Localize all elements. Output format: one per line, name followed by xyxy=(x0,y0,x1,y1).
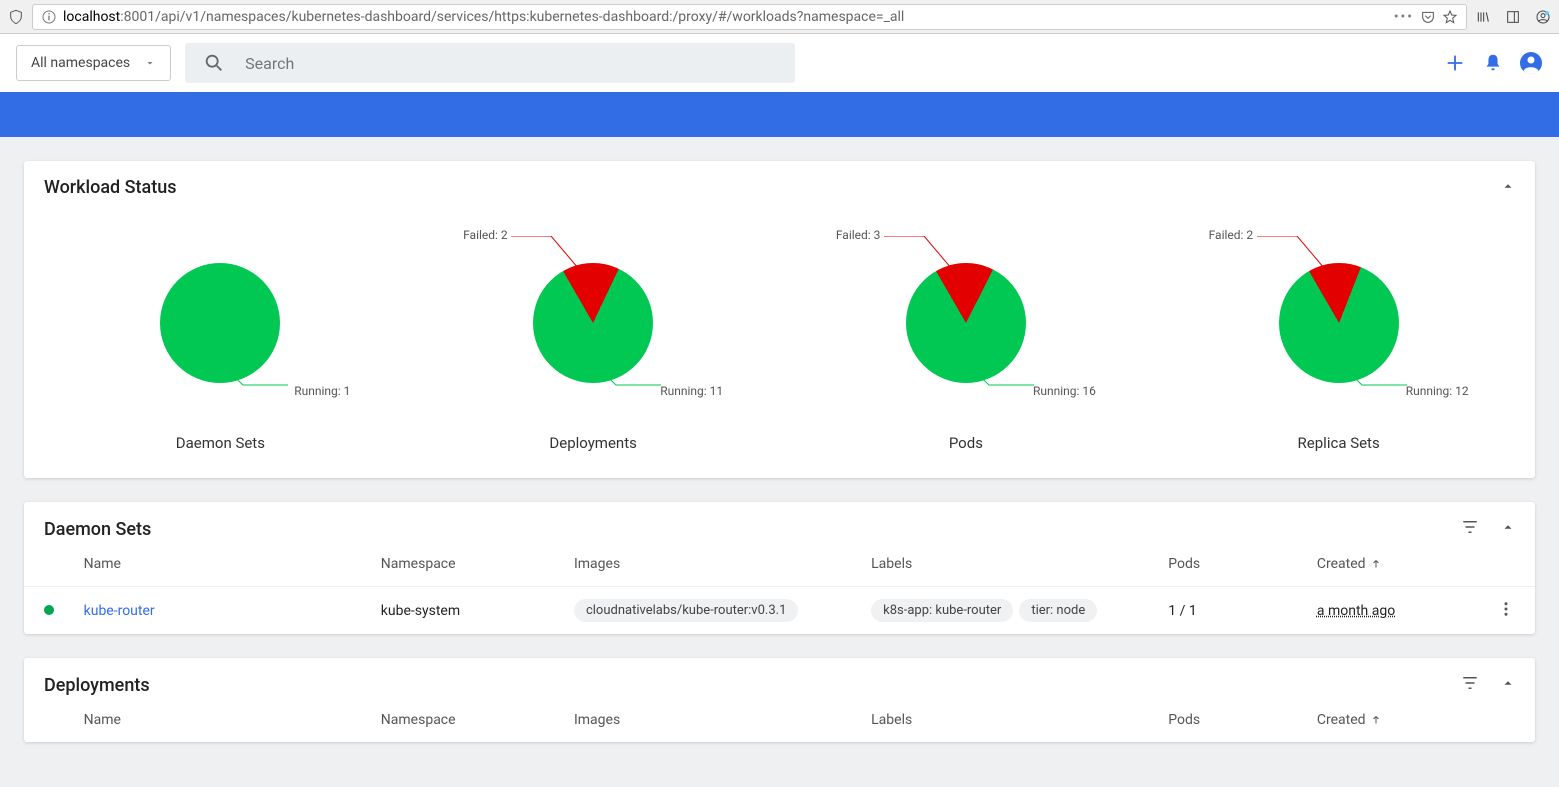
workload-status-card: Workload Status Running: 1 Daemon Sets F… xyxy=(24,161,1535,478)
url-host: localhost xyxy=(63,9,120,25)
chart-running-label: Running: 16 xyxy=(1033,384,1096,398)
url-bar[interactable]: localhost:8001/api/v1/namespaces/kuberne… xyxy=(32,4,1467,30)
banner-bar xyxy=(0,92,1559,137)
search-input[interactable] xyxy=(245,54,777,73)
library-icon[interactable] xyxy=(1475,9,1491,25)
filter-button[interactable] xyxy=(1461,674,1479,696)
resource-name-link[interactable]: kube-router xyxy=(84,603,155,619)
chevron-down-icon xyxy=(144,57,156,69)
sort-asc-icon xyxy=(1370,714,1382,726)
user-menu-button[interactable] xyxy=(1519,51,1543,75)
chart-caption: Pods xyxy=(949,434,983,452)
status-chart: Failed: 3 Running: 16 Pods xyxy=(836,228,1096,452)
col-labels[interactable]: Labels xyxy=(871,556,1168,572)
pocket-icon[interactable] xyxy=(1420,9,1436,25)
daemon-sets-table-header: Name Namespace Images Labels Pods Create… xyxy=(24,540,1535,586)
col-labels[interactable]: Labels xyxy=(871,712,1168,728)
row-actions-button[interactable] xyxy=(1497,606,1515,622)
col-name[interactable]: Name xyxy=(84,712,381,728)
bookmark-star-icon[interactable] xyxy=(1442,9,1458,25)
pie-chart xyxy=(906,263,1026,383)
col-namespace[interactable]: Namespace xyxy=(381,712,574,728)
col-created[interactable]: Created xyxy=(1317,712,1475,728)
cell-created: a month ago xyxy=(1317,603,1395,619)
chart-failed-label: Failed: 2 xyxy=(1209,228,1254,242)
chart-caption: Replica Sets xyxy=(1298,434,1380,452)
col-pods[interactable]: Pods xyxy=(1168,712,1317,728)
url-path: :8001/api/v1/namespaces/kubernetes-dashb… xyxy=(120,9,904,25)
sidebar-icon[interactable] xyxy=(1505,9,1521,25)
create-button[interactable] xyxy=(1443,51,1467,75)
cell-pods: 1 / 1 xyxy=(1168,603,1317,619)
workload-status-title: Workload Status xyxy=(44,177,177,198)
chart-running-label: Running: 11 xyxy=(660,384,723,398)
status-dot-running xyxy=(44,605,54,615)
filter-icon xyxy=(1461,518,1479,536)
kebab-icon xyxy=(1497,600,1515,618)
col-pods[interactable]: Pods xyxy=(1168,556,1317,572)
bell-icon xyxy=(1482,52,1504,74)
label-chip: k8s-app: kube-router xyxy=(871,599,1013,622)
collapse-card-button[interactable] xyxy=(1501,179,1515,197)
pie-chart xyxy=(160,263,280,383)
chart-failed-label: Failed: 3 xyxy=(836,228,881,242)
deployments-table-header: Name Namespace Images Labels Pods Create… xyxy=(24,696,1535,742)
chart-failed-label: Failed: 2 xyxy=(463,228,508,242)
daemon-sets-card: Daemon Sets Name Namespace Images Labels… xyxy=(24,502,1535,634)
user-icon xyxy=(1519,51,1543,75)
chart-running-label: Running: 12 xyxy=(1406,384,1469,398)
shield-icon xyxy=(8,9,24,25)
status-chart: Running: 1 Daemon Sets xyxy=(90,228,350,452)
chevron-up-icon xyxy=(1501,676,1515,690)
status-charts-row: Running: 1 Daemon Sets Failed: 2 Running… xyxy=(24,198,1535,478)
table-row: kube-router kube-system cloudnativelabs/… xyxy=(24,586,1535,634)
security-indicator xyxy=(8,9,24,25)
chart-running-label: Running: 1 xyxy=(294,384,350,398)
chart-caption: Daemon Sets xyxy=(176,434,265,452)
account-icon[interactable] xyxy=(1535,9,1551,25)
collapse-card-button[interactable] xyxy=(1501,676,1515,694)
filter-icon xyxy=(1461,674,1479,692)
notifications-button[interactable] xyxy=(1481,51,1505,75)
col-images[interactable]: Images xyxy=(574,712,871,728)
url-more-icon[interactable]: ••• xyxy=(1394,9,1414,25)
browser-chrome: localhost:8001/api/v1/namespaces/kuberne… xyxy=(0,0,1559,34)
info-icon xyxy=(41,9,57,25)
search-box[interactable] xyxy=(185,43,795,83)
pie-chart xyxy=(1279,263,1399,383)
pie-chart xyxy=(533,263,653,383)
label-chip: tier: node xyxy=(1019,599,1097,622)
chevron-up-icon xyxy=(1501,520,1515,534)
col-name[interactable]: Name xyxy=(84,556,381,572)
collapse-card-button[interactable] xyxy=(1501,520,1515,538)
namespace-selector[interactable]: All namespaces xyxy=(16,45,171,81)
col-created[interactable]: Created xyxy=(1317,556,1475,572)
status-chart: Failed: 2 Running: 12 Replica Sets xyxy=(1209,228,1469,452)
col-namespace[interactable]: Namespace xyxy=(381,556,574,572)
chevron-up-icon xyxy=(1501,179,1515,193)
filter-button[interactable] xyxy=(1461,518,1479,540)
deployments-title: Deployments xyxy=(44,675,150,696)
daemon-sets-title: Daemon Sets xyxy=(44,519,151,540)
col-images[interactable]: Images xyxy=(574,556,871,572)
app-bar: All namespaces xyxy=(0,34,1559,92)
cell-namespace: kube-system xyxy=(381,603,574,619)
deployments-card: Deployments Name Namespace Images Labels… xyxy=(24,658,1535,742)
chart-caption: Deployments xyxy=(549,434,636,452)
sort-asc-icon xyxy=(1370,558,1382,570)
status-chart: Failed: 2 Running: 11 Deployments xyxy=(463,228,723,452)
search-icon xyxy=(203,52,225,74)
namespace-selector-label: All namespaces xyxy=(31,55,130,71)
plus-icon xyxy=(1444,52,1466,74)
image-chip: cloudnativelabs/kube-router:v0.3.1 xyxy=(574,599,798,622)
